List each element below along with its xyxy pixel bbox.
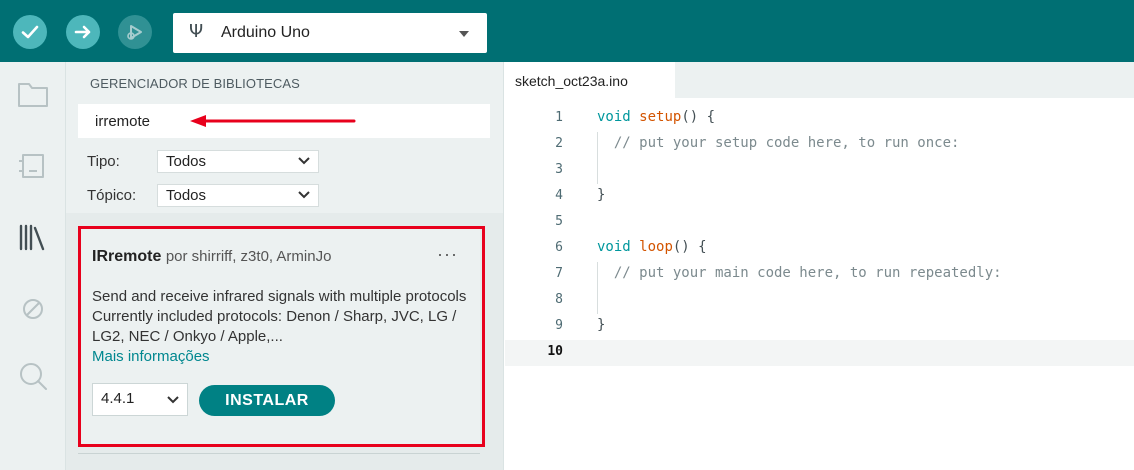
code-token: // put your main code here, to run repea…: [597, 265, 1002, 281]
tab-sketch[interactable]: sketch_oct23a.ino: [505, 62, 675, 98]
list-divider: [78, 453, 480, 454]
line-number: 5: [555, 214, 563, 229]
sketchbook-button[interactable]: [0, 79, 66, 109]
board-selector[interactable]: Ψ Arduino Uno: [173, 13, 487, 53]
panel-title: GERENCIADOR DE BIBLIOTECAS: [90, 76, 300, 91]
code-text: }: [597, 317, 605, 333]
code-token: void: [597, 109, 640, 125]
code-token: setup: [639, 109, 682, 125]
code-line[interactable]: 6 void loop() {: [505, 236, 1134, 262]
code-line[interactable]: 7 // put your main code here, to run rep…: [505, 262, 1134, 288]
library-manager-button[interactable]: [0, 222, 66, 252]
indent-guide: [597, 262, 598, 314]
code-token: () {: [681, 109, 716, 125]
type-filter-select[interactable]: Todos: [157, 150, 319, 173]
code-line[interactable]: 5: [505, 210, 1134, 236]
chevron-down-icon: [298, 191, 310, 199]
search-button[interactable]: [0, 359, 66, 393]
code-line[interactable]: 4}: [505, 184, 1134, 210]
topic-filter-value: Todos: [166, 187, 207, 204]
caret-down-icon: [459, 31, 469, 37]
line-number: 6: [555, 240, 563, 255]
check-icon: [21, 25, 39, 39]
annotation-highlight-box: [78, 226, 485, 447]
code-text: // put your main code here, to run repea…: [597, 265, 1002, 281]
line-number: 10: [547, 344, 563, 359]
code-line[interactable]: 3: [505, 158, 1134, 184]
code-token: }: [597, 317, 606, 333]
line-number: 3: [555, 162, 563, 177]
code-line[interactable]: 8: [505, 288, 1134, 314]
verify-button[interactable]: [13, 15, 47, 49]
line-number: 9: [555, 318, 563, 333]
code-token: loop: [639, 239, 673, 255]
code-token: }: [597, 187, 606, 203]
debug-icon: [127, 25, 142, 40]
tab-label: sketch_oct23a.ino: [515, 73, 628, 89]
upload-button[interactable]: [66, 15, 100, 49]
code-text: // put your setup code here, to run once…: [597, 135, 960, 151]
annotation-arrow: [190, 115, 356, 127]
debug-button[interactable]: [118, 15, 152, 49]
folder-icon: [18, 83, 48, 107]
side-icon-bar: [0, 62, 66, 470]
code-line[interactable]: 9}: [505, 314, 1134, 340]
line-number: 8: [555, 292, 563, 307]
board-name: Arduino Uno: [221, 24, 310, 41]
topic-filter-label: Tópico:: [87, 187, 137, 204]
top-toolbar: Ψ Arduino Uno: [0, 0, 1134, 62]
code-line[interactable]: 1 void setup() {: [505, 106, 1134, 132]
debug-disabled-icon: [23, 299, 43, 319]
code-token: // put your setup code here, to run once…: [597, 135, 960, 151]
usb-icon: Ψ: [189, 21, 204, 42]
type-filter-value: Todos: [166, 153, 207, 170]
boards-manager-button[interactable]: [0, 151, 66, 181]
editor-tab-row: sketch_oct23a.ino: [505, 62, 1134, 98]
search-value: irremote: [95, 113, 151, 130]
board-manager-icon: [19, 154, 44, 178]
library-icon: [19, 224, 45, 251]
debugger-button[interactable]: [0, 294, 66, 324]
code-token: void: [597, 239, 640, 255]
code-line[interactable]: 10: [505, 340, 1134, 366]
code-text: void setup() {: [597, 109, 715, 125]
line-number: 1: [555, 110, 563, 125]
code-editor: sketch_oct23a.ino 1 void setup() {2 // pu…: [505, 62, 1134, 470]
arrow-right-icon: [74, 25, 91, 39]
line-number: 4: [555, 188, 563, 203]
line-number: 7: [555, 266, 563, 281]
type-filter-label: Tipo:: [87, 153, 120, 170]
code-text: }: [597, 187, 605, 203]
chevron-down-icon: [298, 157, 310, 165]
code-line[interactable]: 2 // put your setup code here, to run on…: [505, 132, 1134, 158]
code-text: void loop() {: [597, 239, 707, 255]
line-number: 2: [555, 136, 563, 151]
code-token: () {: [672, 239, 707, 255]
search-icon: [20, 363, 47, 390]
topic-filter-select[interactable]: Todos: [157, 184, 319, 207]
indent-guide: [597, 132, 598, 184]
